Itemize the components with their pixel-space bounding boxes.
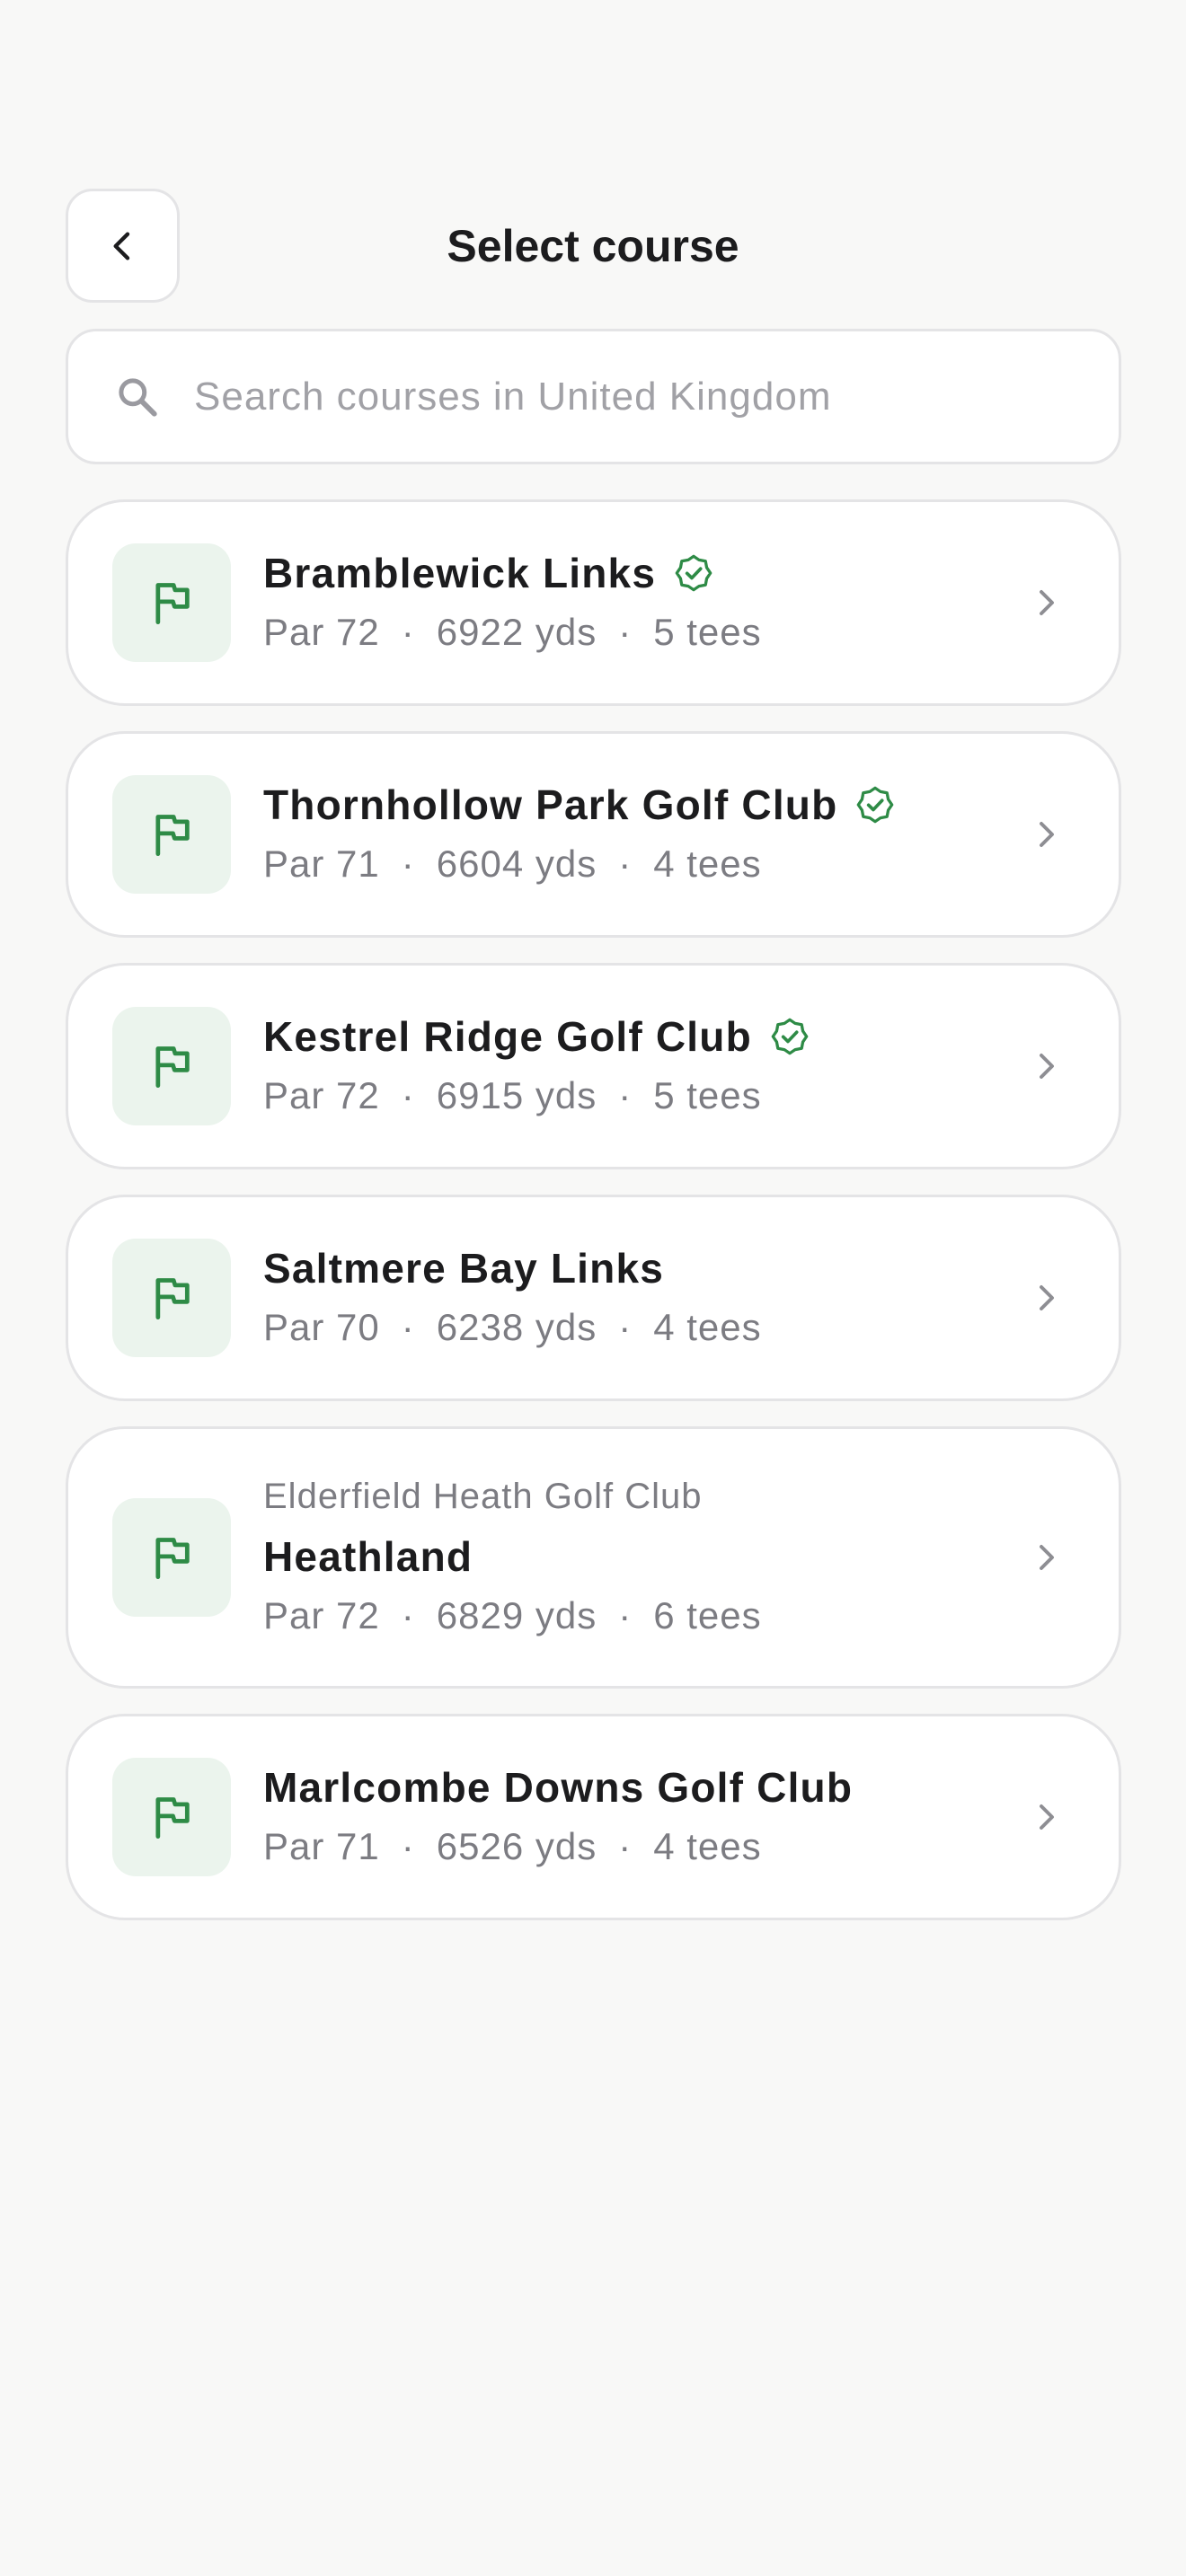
course-name: Saltmere Bay Links <box>263 1245 665 1292</box>
course-par: Par 71 <box>263 1825 380 1867</box>
course-name: Kestrel Ridge Golf Club <box>263 1013 752 1060</box>
course-name-row: Kestrel Ridge Golf Club <box>263 1007 810 1066</box>
course-yardage: 6915 yds <box>436 1074 597 1116</box>
separator-dot: · <box>618 1594 633 1636</box>
course-name-row: Thornhollow Park Golf Club <box>263 775 895 834</box>
separator-dot: · <box>401 842 415 885</box>
course-par: Par 71 <box>263 842 380 885</box>
course-flag-tile <box>112 775 231 894</box>
course-info: Marlcombe Downs Golf Club Par 71 · 6526 yds… <box>263 1758 853 1876</box>
course-meta: Par 71 · 6604 yds · 4 tees <box>263 834 895 894</box>
course-meta: Par 72 · 6915 yds · 5 tees <box>263 1066 810 1125</box>
course-par: Par 72 <box>263 1594 380 1636</box>
course-par: Par 72 <box>263 1074 380 1116</box>
chevron-right-icon <box>1040 590 1054 615</box>
course-card[interactable]: Thornhollow Park Golf Club Par 71 · 6604 yd… <box>66 731 1121 938</box>
separator-dot: · <box>401 1074 415 1116</box>
course-info: Bramblewick Links Par 72 · 6922 yds · 5 tees <box>263 543 762 662</box>
course-card[interactable]: Kestrel Ridge Golf Club Par 72 · 6915 yds · 5… <box>66 963 1121 1169</box>
course-tees: 6 tees <box>653 1594 762 1636</box>
course-tees: 5 tees <box>653 1074 762 1116</box>
separator-dot: · <box>618 1074 633 1116</box>
course-yardage: 6526 yds <box>436 1825 597 1867</box>
separator-dot: · <box>401 1825 415 1867</box>
course-flag-tile <box>112 1758 231 1876</box>
flag-icon <box>155 583 190 625</box>
course-par: Par 70 <box>263 1306 380 1348</box>
course-flag-tile <box>112 1498 231 1617</box>
course-flag-tile <box>112 1007 231 1125</box>
separator-dot: · <box>618 611 633 653</box>
course-name: Bramblewick Links <box>263 550 657 596</box>
page-title: Select course <box>447 221 739 271</box>
course-name-row: Saltmere Bay Links <box>263 1239 762 1298</box>
course-card[interactable]: Saltmere Bay Links Par 70 · 6238 yds · 4 tees <box>66 1195 1121 1401</box>
chevron-right-icon <box>1040 1285 1054 1310</box>
verified-badge-icon <box>675 554 712 592</box>
course-flag-tile <box>112 543 231 662</box>
course-yardage: 6922 yds <box>436 611 597 653</box>
course-yardage: 6604 yds <box>436 842 597 885</box>
course-info: Elderfield Heath Golf Club Heathland Par 7… <box>263 1469 762 1645</box>
course-card[interactable]: Marlcombe Downs Golf Club Par 71 · 6526 yds… <box>66 1714 1121 1920</box>
flag-icon <box>155 815 190 857</box>
chevron-right-icon <box>1040 822 1054 847</box>
course-tees: 5 tees <box>653 611 762 653</box>
separator-dot: · <box>401 1306 415 1348</box>
verified-badge-icon <box>857 786 894 824</box>
search-icon <box>119 377 157 417</box>
separator-dot: · <box>401 1594 415 1636</box>
course-meta: Par 72 · 6829 yds · 6 tees <box>263 1586 762 1645</box>
chevron-right-icon <box>1040 1804 1054 1830</box>
flag-icon <box>155 1278 190 1320</box>
search-box[interactable] <box>66 329 1121 464</box>
flag-icon <box>155 1797 190 1839</box>
course-tees: 4 tees <box>653 1825 762 1867</box>
flag-icon <box>155 1046 190 1089</box>
course-info: Thornhollow Park Golf Club Par 71 · 6604 yd… <box>263 775 895 894</box>
verified-badge-icon <box>771 1018 809 1055</box>
course-meta: Par 72 · 6922 yds · 5 tees <box>263 603 762 662</box>
course-name: Thornhollow Park Golf Club <box>263 781 838 828</box>
separator-dot: · <box>618 1306 633 1348</box>
course-yardage: 6829 yds <box>436 1594 597 1636</box>
course-name-row: Heathland <box>263 1527 762 1586</box>
flag-icon <box>155 1538 190 1580</box>
separator-dot: · <box>618 1825 633 1867</box>
course-par: Par 72 <box>263 611 380 653</box>
separator-dot: · <box>618 842 633 885</box>
chevron-right-icon <box>1040 1054 1054 1079</box>
course-tees: 4 tees <box>653 842 762 885</box>
chevron-right-icon <box>1040 1545 1054 1570</box>
course-info: Kestrel Ridge Golf Club Par 72 · 6915 yds · 5… <box>263 1007 810 1125</box>
course-name: Heathland <box>263 1533 474 1580</box>
course-yardage: 6238 yds <box>436 1306 597 1348</box>
course-meta: Par 70 · 6238 yds · 4 tees <box>263 1298 762 1357</box>
club-name: Elderfield Heath Golf Club <box>263 1477 703 1516</box>
course-info: Saltmere Bay Links Par 70 · 6238 yds · 4 tees <box>263 1239 762 1357</box>
course-name: Marlcombe Downs Golf Club <box>263 1764 854 1811</box>
course-name-row: Marlcombe Downs Golf Club <box>263 1758 853 1817</box>
course-tees: 4 tees <box>653 1306 762 1348</box>
course-card[interactable]: Elderfield Heath Golf Club Heathland Par 7… <box>66 1426 1121 1689</box>
course-meta: Par 71 · 6526 yds · 4 tees <box>263 1817 853 1876</box>
header: Select course <box>0 0 1186 305</box>
search-input[interactable] <box>194 331 1083 462</box>
course-card[interactable]: Bramblewick Links Par 72 · 6922 yds · 5 tees <box>66 499 1121 706</box>
course-name-row: Bramblewick Links <box>263 543 762 603</box>
course-flag-tile <box>112 1239 231 1357</box>
separator-dot: · <box>401 611 415 653</box>
